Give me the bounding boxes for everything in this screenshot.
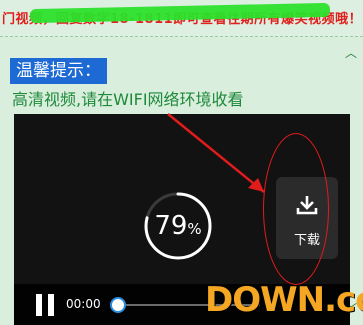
divider xyxy=(0,36,363,37)
seek-thumb[interactable] xyxy=(110,297,126,313)
hint-badge: 温馨提示： xyxy=(10,58,107,84)
pause-icon[interactable] xyxy=(36,294,54,316)
hint-subtitle: 高清视频,请在WIFI网络环境收看 xyxy=(12,90,244,109)
scroll-up-icon[interactable]: ︿ xyxy=(345,44,357,61)
percent-sign: % xyxy=(187,220,202,238)
progress-value: 79 xyxy=(154,211,188,241)
top-banner: 门视频，回复数字18-1811即可查看往期所有爆笑视频哦！ xyxy=(0,0,363,36)
annotation-circle xyxy=(263,133,329,285)
current-time: 00:00 xyxy=(66,297,101,311)
progress-percent: 79% xyxy=(143,210,213,245)
annotation-arrow xyxy=(167,113,265,193)
site-watermark: DOWN.cc xyxy=(205,280,363,320)
